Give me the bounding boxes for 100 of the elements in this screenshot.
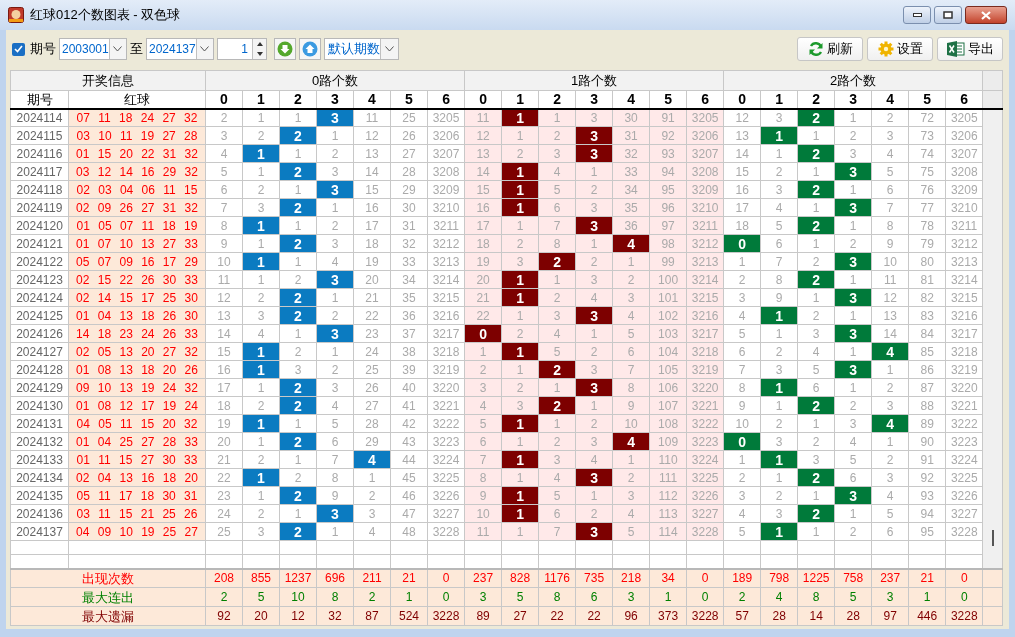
window-title: 红球012个数图表 - 双色球: [30, 6, 181, 25]
stat-cell: 237: [464, 568, 502, 588]
period-cell: 2024118: [10, 180, 69, 199]
stat-cell: 524: [390, 606, 428, 626]
period-checkbox[interactable]: [12, 42, 25, 56]
stat-cell: 3: [464, 587, 502, 607]
stat-cell: 14: [797, 606, 835, 626]
maximize-icon: [943, 11, 953, 19]
column-group-header: 0路个数: [205, 70, 465, 91]
period-cell: 2024121: [10, 234, 69, 253]
stat-cell: 27: [501, 606, 539, 626]
column-header: 期号: [10, 90, 69, 109]
period-cell: 2024116: [10, 144, 69, 163]
stat-cell: 3: [871, 587, 909, 607]
toolbar-button[interactable]: 导出: [937, 37, 1003, 61]
stat-cell: 1: [390, 587, 428, 607]
period-cell: 2024122: [10, 252, 69, 271]
stat-cell: 97: [871, 606, 909, 626]
stat-cell: 87: [353, 606, 391, 626]
period-cell: 2024117: [10, 162, 69, 181]
stat-cell: 218: [612, 568, 650, 588]
maximize-button[interactable]: [934, 6, 962, 24]
stat-cell: 735: [575, 568, 613, 588]
stat-cell: 92: [205, 606, 243, 626]
stat-cell: 0: [686, 568, 724, 588]
stat-cell: 1225: [797, 568, 835, 588]
from-period-value: 2003001: [61, 41, 109, 58]
period-label: 期号: [30, 40, 56, 59]
stat-cell: 0: [686, 587, 724, 607]
stat-cell: 5: [834, 587, 872, 607]
stat-cell: 32: [316, 606, 354, 626]
column-group-header: 1路个数: [464, 70, 724, 91]
stat-cell: 1: [908, 587, 946, 607]
preset-dropdown[interactable]: 默认期数: [324, 38, 399, 60]
stat-cell: 3228: [686, 606, 724, 626]
stat-cell: 211: [353, 568, 391, 588]
period-cell: 2024115: [10, 126, 69, 145]
to-label: 至: [130, 40, 143, 59]
stat-cell: 10: [279, 587, 317, 607]
chevron-down-icon: [200, 46, 210, 52]
stat-cell: 446: [908, 606, 946, 626]
stat-cell: 89: [464, 606, 502, 626]
stat-cell: 21: [390, 568, 428, 588]
stat-cell: 34: [649, 568, 687, 588]
close-button[interactable]: [965, 6, 1007, 24]
stat-cell: 373: [649, 606, 687, 626]
stat-cell: 22: [538, 606, 576, 626]
stat-cell: 3228: [427, 606, 465, 626]
stat-cell: 96: [612, 606, 650, 626]
to-period-value: 2024137: [148, 41, 196, 58]
check-icon: [14, 45, 23, 53]
period-cell: 2024135: [10, 486, 69, 505]
stat-cell: 828: [501, 568, 539, 588]
stat-cell: 12: [279, 606, 317, 626]
scrollbar-thumb[interactable]: [991, 529, 994, 546]
period-cell: 2024131: [10, 414, 69, 433]
stat-cell: 6: [575, 587, 613, 607]
stat-label: 出现次数: [10, 568, 206, 588]
refresh-icon: [807, 41, 824, 57]
period-cell: 2024132: [10, 432, 69, 451]
stat-cell: 0: [427, 587, 465, 607]
minimize-icon: [912, 13, 922, 17]
stat-cell: 758: [834, 568, 872, 588]
stat-cell: 2: [353, 587, 391, 607]
period-cell: 2024123: [10, 270, 69, 289]
toolbar-button[interactable]: 设置: [867, 37, 933, 61]
step-spinner[interactable]: 1: [217, 38, 267, 60]
period-cell: 2024125: [10, 306, 69, 325]
stat-cell: 237: [871, 568, 909, 588]
to-period-dropdown[interactable]: 2024137: [146, 38, 214, 60]
stat-cell: 0: [945, 587, 983, 607]
stat-cell: 1237: [279, 568, 317, 588]
move-up-button[interactable]: [299, 38, 321, 60]
stat-cell: 28: [834, 606, 872, 626]
minimize-button[interactable]: [903, 6, 931, 24]
stat-cell: 8: [316, 587, 354, 607]
stat-cell: 5: [501, 587, 539, 607]
period-cell: 2024120: [10, 216, 69, 235]
move-down-button[interactable]: [274, 38, 296, 60]
stat-label: 最大遗漏: [10, 606, 206, 626]
stat-cell: 2: [723, 587, 761, 607]
stat-cell: 57: [723, 606, 761, 626]
period-cell: 2024127: [10, 342, 69, 361]
stat-cell: 855: [242, 568, 280, 588]
period-cell: 2024124: [10, 288, 69, 307]
period-cell: 2024130: [10, 396, 69, 415]
stat-cell: 20: [242, 606, 280, 626]
stat-cell: 4: [760, 587, 798, 607]
period-cell: 2024133: [10, 450, 69, 469]
stat-cell: 1176: [538, 568, 576, 588]
stat-cell: 3228: [945, 606, 983, 626]
app-icon: [8, 7, 24, 23]
period-cell: 2024134: [10, 468, 69, 487]
toolbar-button[interactable]: 刷新: [797, 37, 863, 61]
stat-cell: 8: [538, 587, 576, 607]
from-period-dropdown[interactable]: 2003001: [59, 38, 127, 60]
stat-label: 最大连出: [10, 587, 206, 607]
period-cell: 2024114: [10, 108, 69, 127]
period-cell: 2024129: [10, 378, 69, 397]
stat-cell: 5: [242, 587, 280, 607]
